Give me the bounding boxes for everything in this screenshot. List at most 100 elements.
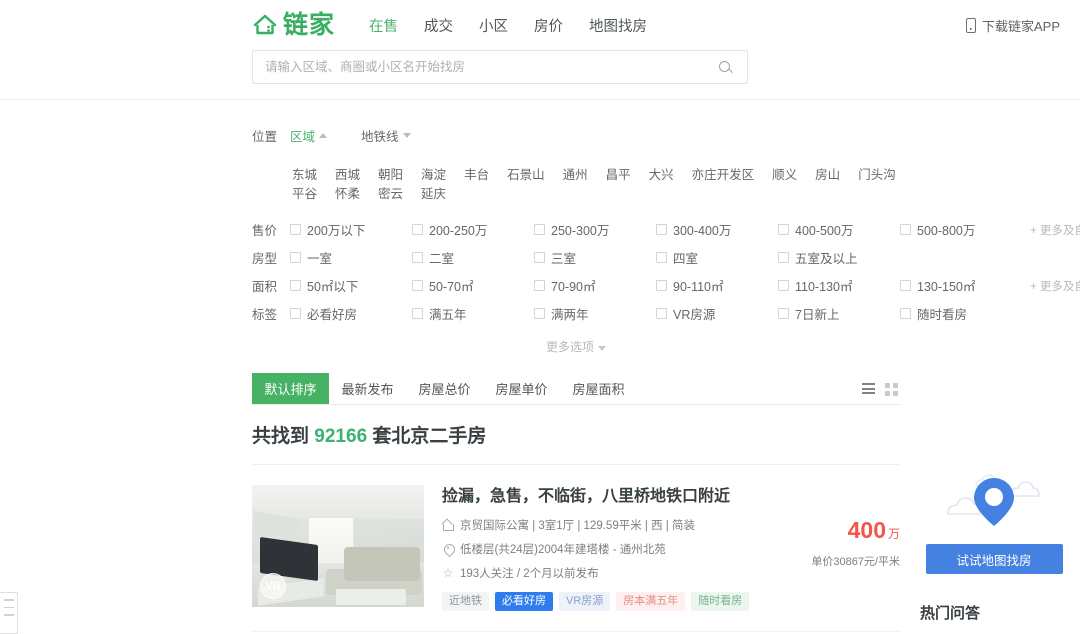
district-item[interactable]: 朝阳: [378, 164, 403, 183]
checkbox-icon[interactable]: [656, 308, 667, 319]
checkbox-icon[interactable]: [900, 308, 911, 319]
checkbox-icon[interactable]: [534, 280, 545, 291]
filter-option[interactable]: 50㎡以下: [290, 276, 412, 295]
checkbox-icon[interactable]: [534, 252, 545, 263]
filter-option-label: 四室: [673, 248, 698, 267]
checkbox-icon[interactable]: [778, 224, 789, 235]
filter-option[interactable]: 四室: [656, 248, 778, 267]
checkbox-icon[interactable]: [412, 308, 423, 319]
location-tab-district[interactable]: 区域: [290, 126, 327, 145]
district-item[interactable]: 房山: [815, 164, 840, 183]
nav-item-map-search[interactable]: 地图找房: [589, 15, 647, 36]
search-input[interactable]: [253, 51, 703, 83]
checkbox-icon[interactable]: [534, 308, 545, 319]
sort-tab-area[interactable]: 房屋面积: [560, 373, 637, 404]
more-custom-area[interactable]: + 更多及自定义: [1022, 278, 1080, 294]
search-button[interactable]: [703, 51, 747, 83]
checkbox-icon[interactable]: [290, 252, 301, 263]
checkbox-icon[interactable]: [656, 224, 667, 235]
filter-option[interactable]: 7日新上: [778, 304, 900, 323]
district-item[interactable]: 门头沟: [858, 164, 896, 183]
checkbox-icon[interactable]: [412, 280, 423, 291]
filter-option[interactable]: 随时看房: [900, 304, 1022, 323]
checkbox-icon[interactable]: [290, 308, 301, 319]
listing-tag[interactable]: 房本满五年: [616, 592, 685, 611]
listing-item[interactable]: VR 捡漏，急售，不临街，八里桥地铁口附近 京贸国际公寓 | 3室1厅 | 12…: [252, 465, 900, 632]
listing-tag[interactable]: 近地铁: [442, 592, 489, 611]
checkbox-icon[interactable]: [900, 280, 911, 291]
checkbox-icon[interactable]: [778, 308, 789, 319]
district-item[interactable]: 大兴: [649, 164, 674, 183]
lianjia-logo[interactable]: 链家: [252, 12, 335, 38]
district-item[interactable]: 东城: [292, 164, 317, 183]
filter-option[interactable]: 必看好房: [290, 304, 412, 323]
listing-title[interactable]: 捡漏，急售，不临街，八里桥地铁口附近: [442, 487, 900, 507]
nav-item-community[interactable]: 小区: [479, 15, 508, 36]
listing-tag[interactable]: VR房源: [559, 592, 610, 611]
filter-option[interactable]: 500-800万: [900, 220, 1022, 239]
district-item[interactable]: 怀柔: [335, 183, 360, 202]
sort-tab-newest[interactable]: 最新发布: [329, 373, 406, 404]
district-item[interactable]: 海淀: [421, 164, 446, 183]
filter-option[interactable]: 70-90㎡: [534, 276, 656, 295]
map-search-button[interactable]: 试试地图找房: [926, 544, 1063, 574]
checkbox-icon[interactable]: [290, 224, 301, 235]
sort-tab-total-price[interactable]: 房屋总价: [406, 373, 483, 404]
filter-option[interactable]: 满两年: [534, 304, 656, 323]
checkbox-icon[interactable]: [778, 252, 789, 263]
district-item[interactable]: 亦庄开发区: [692, 164, 755, 183]
location-tab-metro[interactable]: 地铁线: [361, 126, 411, 145]
filter-option[interactable]: 满五年: [412, 304, 534, 323]
sort-tab-default[interactable]: 默认排序: [252, 373, 329, 404]
district-item[interactable]: 顺义: [772, 164, 797, 183]
filter-option[interactable]: 250-300万: [534, 220, 656, 239]
filter-option[interactable]: 200-250万: [412, 220, 534, 239]
filter-option[interactable]: 二室: [412, 248, 534, 267]
checkbox-icon[interactable]: [412, 252, 423, 263]
sort-tab-unit-price[interactable]: 房屋单价: [483, 373, 560, 404]
filter-option[interactable]: 110-130㎡: [778, 276, 900, 295]
checkbox-icon[interactable]: [534, 224, 545, 235]
nav-item-price[interactable]: 房价: [534, 15, 563, 36]
filter-option[interactable]: 130-150㎡: [900, 276, 1022, 295]
filter-option[interactable]: 90-110㎡: [656, 276, 778, 295]
nav-item-onsale[interactable]: 在售: [369, 15, 398, 36]
district-item[interactable]: 平谷: [292, 183, 317, 202]
scroll-edge-widget[interactable]: [0, 592, 18, 634]
district-item[interactable]: 密云: [378, 183, 403, 202]
site-header: 链家 在售 成交 小区 房价 地图找房 下载链家APP: [0, 0, 1080, 100]
district-item[interactable]: 延庆: [421, 183, 446, 202]
district-list: 东城 西城 朝阳 海淀 丰台 石景山 通州 昌平 大兴 亦庄开发区 顺义 房山 …: [252, 148, 900, 202]
checkbox-icon[interactable]: [900, 224, 911, 235]
filter-option[interactable]: 三室: [534, 248, 656, 267]
filter-option[interactable]: VR房源: [656, 304, 778, 323]
district-item[interactable]: 西城: [335, 164, 360, 183]
listing-tag[interactable]: 必看好房: [495, 592, 553, 611]
filter-option[interactable]: 200万以下: [290, 220, 412, 239]
checkbox-icon[interactable]: [412, 224, 423, 235]
grid-view-icon[interactable]: [885, 383, 898, 394]
filter-option[interactable]: 五室及以上: [778, 248, 900, 267]
checkbox-icon[interactable]: [656, 280, 667, 291]
nav-item-deals[interactable]: 成交: [424, 15, 453, 36]
listing-tag[interactable]: 随时看房: [691, 592, 749, 611]
more-options-toggle[interactable]: 更多选项: [252, 332, 900, 355]
filter-option[interactable]: 400-500万: [778, 220, 900, 239]
district-item[interactable]: 昌平: [606, 164, 631, 183]
checkbox-icon[interactable]: [290, 280, 301, 291]
district-item[interactable]: 丰台: [464, 164, 489, 183]
filter-option-label: 7日新上: [795, 304, 839, 323]
checkbox-icon[interactable]: [656, 252, 667, 263]
filter-option[interactable]: 50-70㎡: [412, 276, 534, 295]
filter-option[interactable]: 一室: [290, 248, 412, 267]
download-app-link[interactable]: 下载链家APP: [966, 16, 1066, 35]
list-view-icon[interactable]: [862, 383, 875, 394]
vr-badge-icon[interactable]: VR: [260, 573, 286, 599]
district-item[interactable]: 通州: [563, 164, 588, 183]
listing-thumbnail[interactable]: VR: [252, 485, 424, 607]
more-custom-price[interactable]: + 更多及自定义: [1022, 222, 1080, 238]
checkbox-icon[interactable]: [778, 280, 789, 291]
filter-option[interactable]: 300-400万: [656, 220, 778, 239]
filter-row-tags: 标签 必看好房 满五年 满两年 VR房源 7日新上 随时看房: [252, 304, 900, 323]
district-item[interactable]: 石景山: [507, 164, 545, 183]
